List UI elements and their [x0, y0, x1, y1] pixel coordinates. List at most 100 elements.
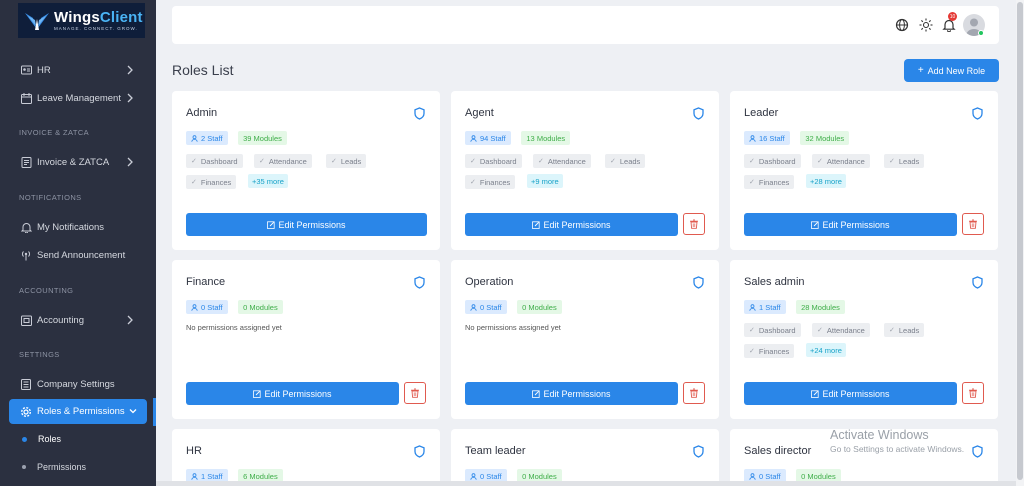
edit-icon: [811, 389, 820, 398]
staff-count-badge[interactable]: 1 Staff: [744, 300, 786, 314]
delete-role-button[interactable]: [404, 382, 426, 404]
sidebar-subitem-roles[interactable]: Roles: [22, 434, 61, 444]
staff-count-label: 16 Staff: [759, 133, 785, 143]
user-icon: [749, 134, 756, 142]
shield-icon: [692, 445, 705, 458]
staff-count-label: 0 Staff: [201, 302, 223, 312]
staff-count-badge[interactable]: 2 Staff: [186, 131, 228, 145]
more-permissions-link[interactable]: +9 more: [527, 174, 563, 188]
role-name: Finance: [186, 276, 226, 288]
globe-icon[interactable]: [895, 18, 909, 32]
modules-count-badge: 32 Modules: [800, 131, 850, 145]
horizontal-scrollbar[interactable]: [156, 481, 1016, 486]
sidebar-item-hr[interactable]: HR: [0, 59, 156, 81]
edit-permissions-button[interactable]: Edit Permissions: [744, 213, 957, 236]
brand-name: WingsClient: [54, 9, 143, 26]
edit-permissions-label: Edit Permissions: [278, 219, 346, 230]
permission-label: Finances: [758, 346, 790, 356]
edit-permissions-label: Edit Permissions: [543, 219, 611, 230]
sidebar-item-roles-permissions[interactable]: Roles & Permissions: [9, 399, 147, 424]
role-name: Operation: [465, 276, 514, 288]
edit-icon: [267, 220, 276, 229]
check-icon: ✓: [749, 348, 755, 355]
staff-count-badge[interactable]: 94 Staff: [465, 131, 511, 145]
add-new-role-button[interactable]: + Add New Role: [904, 59, 999, 82]
check-icon: ✓: [749, 327, 755, 334]
edit-permissions-button[interactable]: Edit Permissions: [186, 382, 399, 405]
delete-role-button[interactable]: [962, 382, 984, 404]
chevron-right-icon: [127, 157, 133, 167]
staff-count-label: 1 Staff: [759, 302, 781, 312]
check-icon: ✓: [749, 179, 755, 186]
edit-permissions-button[interactable]: Edit Permissions: [465, 382, 678, 405]
staff-count-label: 0 Staff: [480, 302, 502, 312]
permission-label: Leads: [340, 156, 362, 166]
sidebar-subitem-permissions[interactable]: Permissions: [22, 462, 86, 472]
permission-label: Dashboard: [758, 325, 796, 335]
delete-role-button[interactable]: [683, 382, 705, 404]
role-card: Agent 94 Staff 13 Modules ✓ Dashboard ✓ Attend…: [451, 91, 719, 250]
permission-label: Leads: [898, 325, 920, 335]
sidebar-item-send-announcement[interactable]: Send Announcement: [0, 244, 156, 266]
shield-icon: [413, 107, 426, 120]
edit-icon: [253, 389, 262, 398]
staff-count-badge[interactable]: 16 Staff: [744, 131, 790, 145]
ledger-icon: [20, 314, 32, 326]
permission-label: Finances: [200, 177, 232, 187]
edit-permissions-button[interactable]: Edit Permissions: [465, 213, 678, 236]
staff-count-label: 0 Staff: [480, 471, 502, 481]
sun-icon[interactable]: [919, 18, 933, 32]
edit-permissions-button[interactable]: Edit Permissions: [744, 382, 957, 405]
scrollbar-thumb[interactable]: [1017, 2, 1023, 480]
windows-activation-watermark: Activate Windows Go to Settings to activ…: [830, 428, 964, 454]
sidebar-item-leave-management[interactable]: Leave Management: [0, 87, 156, 109]
wings-logo-icon: [25, 12, 49, 30]
sidebar-item-accounting[interactable]: Accounting: [0, 309, 156, 331]
more-permissions-link[interactable]: +24 more: [806, 343, 846, 357]
check-icon: ✓: [191, 179, 197, 186]
role-name: Sales director: [744, 445, 812, 457]
staff-count-badge[interactable]: 0 Staff: [465, 300, 507, 314]
brand-logo[interactable]: WingsClient MANAGE. CONNECT. GROW.: [18, 3, 145, 38]
edit-permissions-button[interactable]: Edit Permissions: [186, 213, 427, 236]
check-icon: ✓: [331, 158, 337, 165]
trash-icon: [690, 388, 698, 398]
permission-label: Dashboard: [479, 156, 517, 166]
sidebar-item-invoice-zatca[interactable]: Invoice & ZATCA: [0, 151, 156, 173]
staff-count-badge[interactable]: 0 Staff: [186, 300, 228, 314]
chevron-right-icon: [127, 315, 133, 325]
document-icon: [20, 378, 32, 390]
sidebar-subitem-label: Roles: [38, 434, 62, 444]
check-icon: ✓: [817, 327, 823, 334]
section-accounting: ACCOUNTING: [19, 286, 74, 295]
check-icon: ✓: [470, 158, 476, 165]
bell-icon: [20, 221, 32, 233]
sidebar-item-my-notifications[interactable]: My Notifications: [0, 216, 156, 238]
section-settings: SETTINGS: [19, 350, 60, 359]
delete-role-button[interactable]: [962, 213, 984, 235]
gear-icon: [20, 406, 32, 418]
sidebar-item-label: Invoice & ZATCA: [37, 156, 110, 168]
sidebar-item-label: Accounting: [37, 314, 85, 326]
user-icon: [191, 472, 198, 480]
permission-label: Finances: [479, 177, 511, 187]
staff-count-label: 2 Staff: [201, 133, 223, 143]
sidebar-item-label: Company Settings: [37, 378, 115, 390]
permission-tag: ✓ Leads: [884, 323, 925, 337]
more-permissions-link[interactable]: +35 more: [248, 174, 288, 188]
modules-count-badge: 28 Modules: [796, 300, 845, 314]
permission-tag: ✓ Attendance: [812, 323, 870, 337]
chevron-right-icon: [127, 93, 133, 103]
role-card: HR 1 Staff 6 Modules: [172, 429, 440, 486]
user-icon: [749, 303, 756, 311]
sidebar-item-company-settings[interactable]: Company Settings: [0, 373, 156, 395]
permission-label: Leads: [898, 156, 920, 166]
permission-label: Attendance: [826, 156, 865, 166]
dot-icon: [22, 465, 26, 469]
delete-role-button[interactable]: [683, 213, 705, 235]
more-permissions-link[interactable]: +28 more: [806, 174, 846, 188]
add-new-role-label: Add New Role: [927, 65, 986, 76]
edit-permissions-label: Edit Permissions: [264, 388, 332, 399]
invoice-icon: [20, 156, 32, 168]
edit-permissions-label: Edit Permissions: [822, 219, 890, 230]
